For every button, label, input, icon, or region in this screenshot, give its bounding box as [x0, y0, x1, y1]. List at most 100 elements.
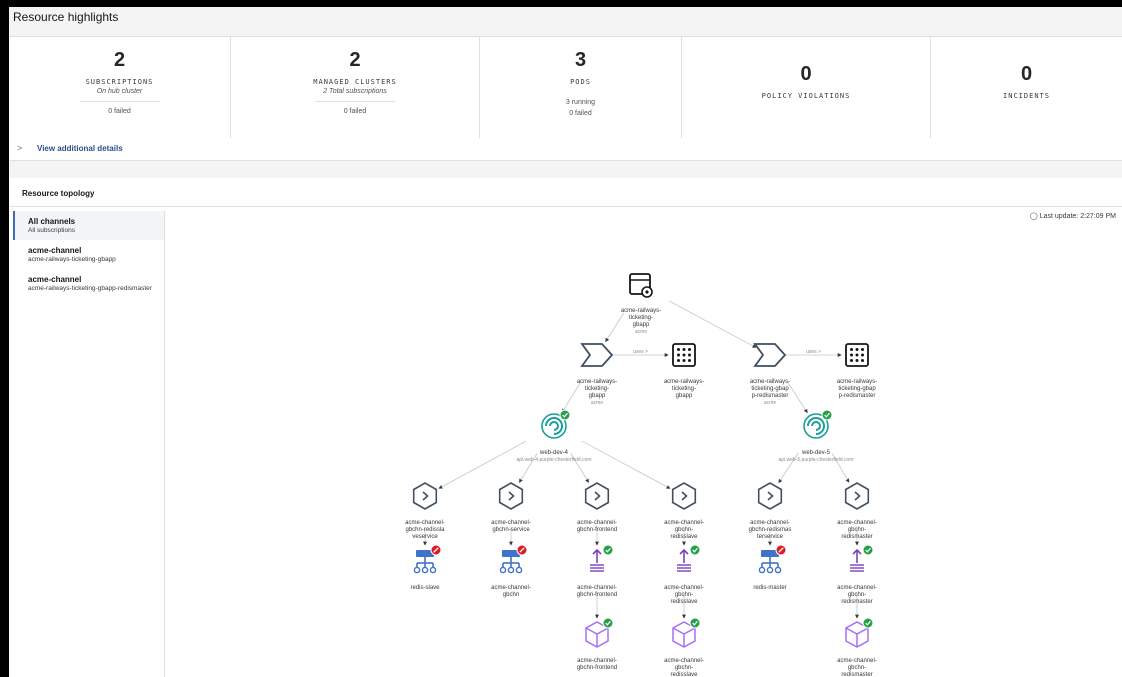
status-error-icon: [516, 544, 528, 556]
node-label: gbchn: [503, 592, 519, 598]
highlight-value: 0: [800, 63, 812, 85]
node-label: acme-channel-: [837, 658, 877, 664]
topology-node-service[interactable]: acme-channel-gbchn-redisslave: [664, 482, 704, 540]
topology-node-pod[interactable]: acme-channel-gbchn-redismaster: [837, 617, 877, 677]
topology-edge: [787, 381, 808, 414]
page-title: Resource highlights: [13, 10, 119, 24]
topology-node-placement[interactable]: acme-railways-ticketing-gbapp: [664, 343, 704, 399]
node-sublabel: api.web-5.purple-chesterfield.com: [778, 457, 853, 463]
node-label: gbchn-frontend: [577, 665, 617, 671]
node-label: acme-railways-: [577, 379, 617, 385]
node-label: redisslave: [670, 599, 698, 605]
node-label: gbchn-redissla: [405, 527, 445, 533]
topology-node-subscription[interactable]: acme-railways-ticketing-gbapp-redismaste…: [750, 343, 790, 406]
application-icon: [629, 273, 653, 298]
service-icon: [757, 482, 783, 510]
highlight-footnote: 3 running: [565, 99, 596, 106]
highlight-subtitle: On hub cluster: [96, 88, 143, 95]
topology-node-subscription[interactable]: acme-railways-ticketing-gbappacme: [577, 343, 617, 406]
topology-node-placement[interactable]: acme-railways-ticketing-gbapp-redismaste…: [837, 343, 877, 399]
node-label: gbchn-: [675, 592, 693, 598]
topology-node-service[interactable]: acme-channel-gbchn-redismasterservice: [749, 482, 792, 540]
node-label: acme-channel-: [750, 520, 790, 526]
node-label: gbapp: [633, 322, 650, 328]
topology-node-service[interactable]: acme-channel-gbchn-service: [491, 482, 531, 533]
topology-edge: [605, 312, 625, 343]
node-label: ticketing-gbap: [838, 386, 876, 392]
node-label: terservice: [757, 534, 784, 540]
topology-node-service[interactable]: acme-channel-gbchn-frontend: [577, 482, 617, 533]
node-label: redisslave: [670, 672, 698, 677]
subscription-icon: [580, 343, 614, 367]
highlight-divider: [79, 101, 160, 102]
node-label: gbchn-frontend: [577, 527, 617, 533]
highlight-value: 2: [113, 49, 126, 71]
status-ok-icon: [689, 617, 701, 629]
highlight-label: SUBSCRIPTIONS: [85, 78, 154, 86]
node-label: redis-slave: [410, 585, 440, 591]
main-frame: Resource highlights 2 SUBSCRIPTIONS On hub…: [9, 7, 1122, 677]
status-ok-icon: [862, 544, 874, 556]
topology-node-service[interactable]: acme-channel-gbchn-redisslaveservice: [405, 482, 445, 540]
node-label: redis-master: [753, 585, 786, 591]
node-label: veservice: [412, 534, 438, 540]
node-label: gbchn-frontend: [577, 592, 617, 598]
node-label: redisslave: [670, 534, 698, 540]
topology-edge: [669, 300, 757, 348]
topology-edge: [581, 440, 671, 489]
node-label: web-dev-5: [801, 450, 831, 456]
subscription-icon: [753, 343, 787, 367]
highlight-label: POLICY VIOLATIONS: [761, 92, 851, 100]
service-icon: [498, 482, 524, 510]
view-additional-details-toggle[interactable]: > View additional details: [9, 138, 1122, 161]
node-label: gbchn-: [848, 665, 866, 671]
topology-node-deployment[interactable]: acme-channel-gbchn-redismaster: [837, 544, 877, 605]
node-label: p-redismaster: [752, 393, 789, 399]
node-label: web-dev-4: [539, 450, 569, 456]
node-label: acme-channel-: [577, 658, 617, 664]
topology-edge: [438, 440, 527, 489]
topology-node-service[interactable]: acme-channel-gbchn-redismaster: [837, 482, 877, 540]
topology-node-cluster[interactable]: web-dev-5api.web-5.purple-chesterfield.c…: [778, 409, 854, 463]
status-ok-icon: [821, 409, 833, 421]
topology-node-deployable[interactable]: redis-slave: [410, 544, 442, 591]
node-label: acme-channel-: [577, 520, 617, 526]
node-label: acme-railways-: [750, 379, 790, 385]
highlight-value: 2: [349, 49, 361, 71]
highlight-subscriptions[interactable]: 2 SUBSCRIPTIONS On hub cluster 0 failed: [9, 37, 231, 139]
node-sublabel: acme: [591, 400, 603, 406]
topology-node-deployable[interactable]: redis-master: [753, 544, 787, 591]
highlight-pods[interactable]: 3 PODS 3 running 0 failed: [480, 37, 682, 139]
topology-node-pod[interactable]: acme-channel-gbchn-frontend: [577, 617, 617, 671]
service-icon: [844, 482, 870, 510]
status-ok-icon: [559, 409, 571, 421]
node-label: gbchn-: [848, 592, 866, 598]
service-icon: [584, 482, 610, 510]
topology-node-application[interactable]: acme-railways-ticketing-gbappacme: [621, 273, 661, 335]
topology-node-deployment[interactable]: acme-channel-gbchn-redisslave: [664, 544, 704, 605]
status-ok-icon: [602, 544, 614, 556]
highlight-incidents[interactable]: 0 INCIDENTS: [931, 37, 1122, 139]
resource-highlights: 2 SUBSCRIPTIONS On hub cluster 0 failed 2 MAN…: [9, 36, 1122, 140]
status-error-icon: [430, 544, 442, 556]
topology-node-cluster[interactable]: web-dev-4api.web-4.purple-chesterfield.c…: [516, 409, 592, 463]
node-label: acme-channel-: [491, 520, 531, 526]
view-additional-details-label: View additional details: [37, 144, 123, 153]
node-label: ticketing-gbap: [751, 386, 789, 392]
node-label: gbchn-: [848, 527, 866, 533]
highlight-managed-clusters[interactable]: 2 MANAGED CLUSTERS 2 Total subscriptions 0 …: [231, 37, 480, 139]
highlight-divider: [315, 101, 395, 102]
node-label: acme-channel-: [664, 658, 704, 664]
node-label: acme-railways-: [621, 308, 661, 314]
node-label: acme-channel-: [837, 520, 877, 526]
highlight-footnote: 0 failed: [108, 108, 131, 115]
topology-diagram: uses > uses > acme-railways-ticketing-gbap…: [405, 273, 877, 677]
topology-node-pod[interactable]: acme-channel-gbchn-redisslave: [664, 617, 704, 677]
deployment-icon: [677, 548, 691, 572]
highlight-policy-violations[interactable]: 0 POLICY VIOLATIONS: [682, 37, 931, 139]
highlight-label: PODS: [570, 78, 591, 86]
topology-node-deployable[interactable]: acme-channel-gbchn: [491, 544, 531, 598]
service-icon: [412, 482, 438, 510]
topology-node-deployment[interactable]: acme-channel-gbchn-frontend: [577, 544, 617, 598]
node-sublabel: acme: [764, 400, 776, 406]
